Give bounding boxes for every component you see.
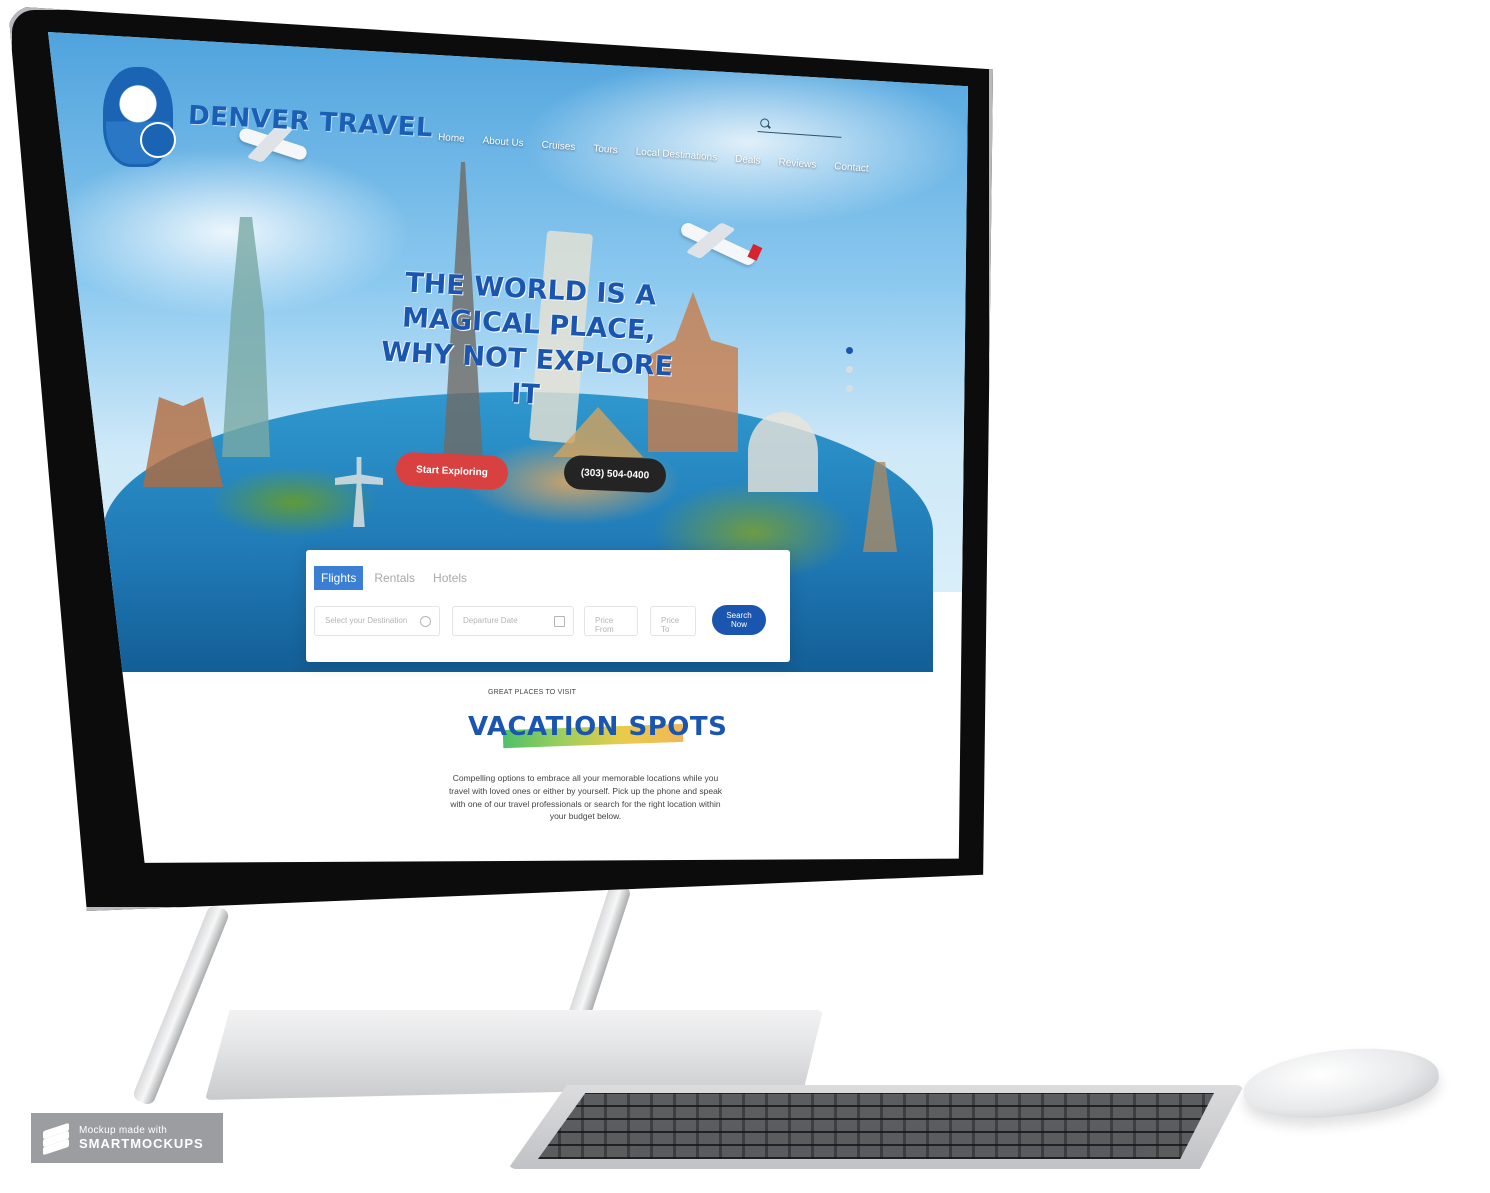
search-icon[interactable] (759, 118, 770, 128)
nav-tours[interactable]: Tours (593, 143, 618, 156)
destination-select[interactable]: Select your Destination (314, 606, 440, 636)
badge-line-1: Mockup made with (79, 1125, 168, 1136)
tab-hotels[interactable]: Hotels (426, 566, 474, 590)
nav-cruises[interactable]: Cruises (541, 140, 576, 153)
booking-tabs: Flights Rentals Hotels (314, 566, 474, 590)
header-search (757, 117, 843, 138)
departure-date-field[interactable]: Departure Date (452, 606, 574, 636)
search-now-button[interactable]: Search Now (712, 605, 766, 635)
hero-headline: THE WORLD IS A MAGICAL PLACE, WHY NOT EX… (380, 267, 674, 411)
main-nav: Home About Us Cruises Tours Local Destin… (438, 132, 869, 175)
badge-line-2: SMARTMOCKUPS (79, 1136, 204, 1151)
statue-of-liberty-illustration (222, 217, 270, 457)
tab-rentals[interactable]: Rentals (367, 566, 422, 590)
taj-mahal-illustration (748, 412, 818, 492)
nav-contact[interactable]: Contact (834, 161, 869, 174)
price-to-placeholder: Price To (661, 616, 680, 634)
logo-emblem[interactable] (103, 67, 176, 167)
mouse (1240, 1039, 1442, 1127)
calendar-icon (554, 616, 565, 627)
section-title: VACATION SPOTS (468, 712, 728, 742)
tab-flights[interactable]: Flights (314, 566, 364, 590)
hero-section: DENVER TRAVEL Home About Us Cruises Tour… (48, 32, 968, 672)
search-input[interactable] (771, 118, 843, 137)
booking-widget: Flights Rentals Hotels Select your Desti… (306, 550, 790, 662)
nav-about-us[interactable]: About Us (482, 135, 524, 149)
nav-deals[interactable]: Deals (735, 154, 761, 167)
destination-placeholder: Select your Destination (325, 616, 408, 625)
phone-call-button[interactable]: (303) 504-0400 (563, 454, 667, 494)
start-exploring-button[interactable]: Start Exploring (395, 451, 509, 491)
nav-home[interactable]: Home (438, 132, 465, 145)
brand-name[interactable]: DENVER TRAVEL (187, 101, 433, 144)
slider-dot[interactable] (846, 366, 853, 373)
slider-dot[interactable] (846, 347, 853, 354)
slider-dot[interactable] (846, 385, 853, 392)
section-description: Compelling options to embrace all your m… (448, 773, 723, 822)
keyboard (508, 1085, 1244, 1169)
monitor-screen: DENVER TRAVEL Home About Us Cruises Tour… (48, 32, 968, 863)
price-from-placeholder: Price From (595, 616, 614, 634)
departure-date-placeholder: Departure Date (463, 616, 518, 625)
smartmockups-badge: Mockup made with SMARTMOCKUPS (31, 1113, 223, 1163)
airplane-icon (678, 220, 758, 268)
nav-reviews[interactable]: Reviews (778, 157, 817, 171)
section-eyebrow: GREAT PLACES TO VISIT (488, 689, 577, 696)
location-icon (420, 616, 431, 627)
layers-icon (43, 1122, 69, 1156)
monument-valley-illustration (143, 397, 223, 487)
nav-local-destinations[interactable]: Local Destinations (635, 147, 717, 164)
slider-dots (846, 347, 853, 404)
price-from-field[interactable]: Price From (584, 606, 638, 636)
price-to-field[interactable]: Price To (650, 606, 696, 636)
